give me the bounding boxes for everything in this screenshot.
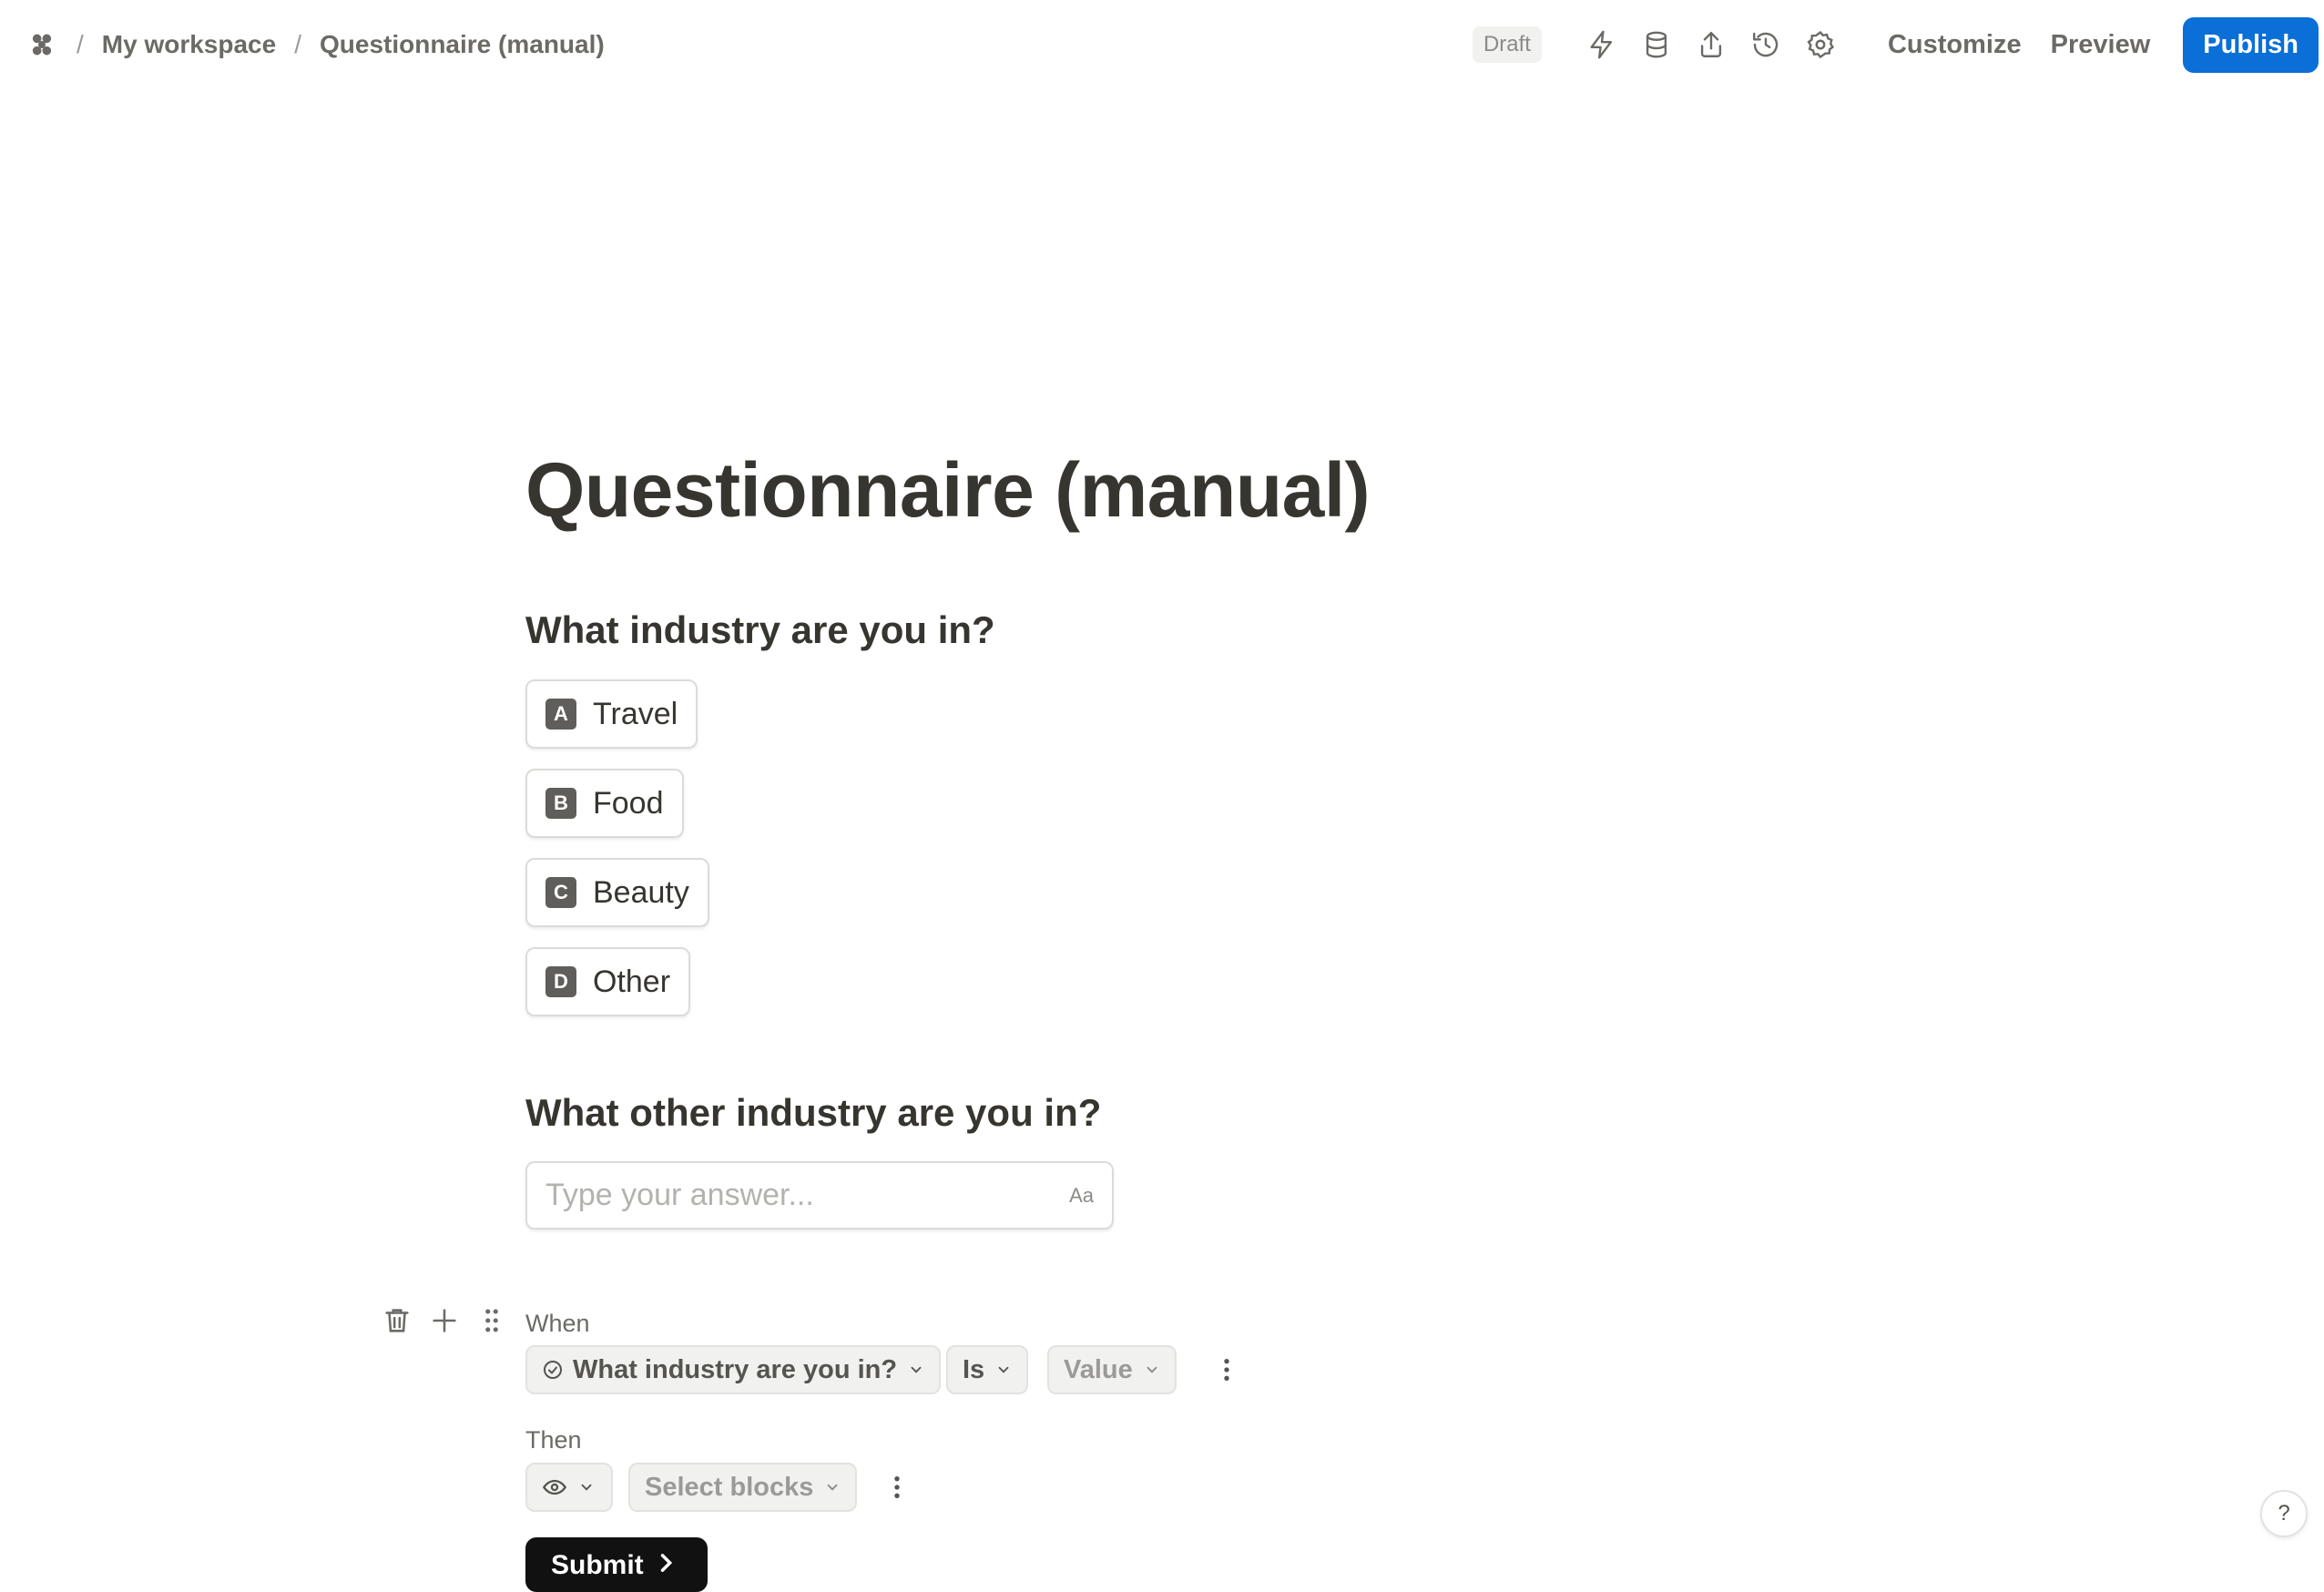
- choice-key: A: [545, 699, 576, 730]
- customize-button[interactable]: Customize: [1888, 30, 2022, 60]
- condition-more-icon[interactable]: [1213, 1352, 1240, 1388]
- target-blocks-label: Select blocks: [645, 1472, 814, 1502]
- when-label: When: [525, 1310, 590, 1337]
- choice-key: D: [545, 966, 576, 997]
- chevron-down-icon: [998, 1366, 1009, 1373]
- choice-option[interactable]: D Other: [525, 947, 691, 1016]
- preview-button[interactable]: Preview: [2051, 30, 2151, 60]
- drag-handle-icon[interactable]: [475, 1304, 508, 1337]
- submit-label: Submit: [551, 1550, 644, 1580]
- breadcrumb-separator: /: [294, 30, 301, 58]
- block-handle-toolbar: [381, 1304, 523, 1337]
- breadcrumb-form[interactable]: Questionnaire (manual): [320, 30, 605, 59]
- choice-option[interactable]: C Beauty: [525, 858, 709, 927]
- action-select[interactable]: [525, 1463, 613, 1512]
- answer-field[interactable]: Aa: [525, 1161, 1114, 1230]
- plus-icon[interactable]: [428, 1304, 461, 1337]
- check-circle-icon: [544, 1361, 562, 1379]
- condition-value-select[interactable]: Value: [1047, 1345, 1177, 1394]
- chevron-down-icon: [911, 1366, 922, 1373]
- answer-input[interactable]: [545, 1178, 1070, 1213]
- choice-key: B: [545, 788, 576, 819]
- action-more-icon[interactable]: [883, 1469, 911, 1505]
- choice-option[interactable]: B Food: [525, 769, 684, 838]
- choice-label: Food: [593, 785, 664, 821]
- arrow-right-icon: [660, 1554, 672, 1572]
- breadcrumb-workspace[interactable]: My workspace: [102, 30, 276, 59]
- breadcrumb-separator: /: [76, 30, 84, 58]
- tally-logo-icon[interactable]: [25, 28, 58, 61]
- submit-button[interactable]: Submit: [525, 1537, 708, 1592]
- publish-button[interactable]: Publish: [2183, 16, 2319, 73]
- text-type-icon: Aa: [1069, 1183, 1094, 1207]
- condition-field-label: What industry are you in?: [573, 1354, 898, 1384]
- trash-icon[interactable]: [381, 1304, 413, 1337]
- chevron-down-icon: [827, 1484, 838, 1491]
- help-button[interactable]: ?: [2260, 1490, 2308, 1537]
- database-icon[interactable]: [1640, 28, 1673, 61]
- then-label: Then: [525, 1426, 582, 1454]
- status-badge: Draft: [1472, 26, 1542, 63]
- target-blocks-select[interactable]: Select blocks: [628, 1463, 858, 1512]
- choice-label: Other: [593, 964, 671, 999]
- eye-icon: [542, 1479, 567, 1495]
- share-icon[interactable]: [1695, 28, 1728, 61]
- choice-label: Travel: [593, 696, 678, 731]
- integrations-bolt-icon[interactable]: [1585, 28, 1618, 61]
- history-icon[interactable]: [1749, 28, 1782, 61]
- condition-value-label: Value: [1064, 1354, 1133, 1384]
- condition-operator-label: Is: [963, 1354, 985, 1384]
- form-title[interactable]: Questionnaire (manual): [525, 446, 1371, 535]
- chevron-down-icon: [1147, 1366, 1157, 1373]
- chevron-down-icon: [581, 1484, 592, 1491]
- question-title[interactable]: What other industry are you in?: [525, 1091, 1101, 1135]
- condition-field-select[interactable]: What industry are you in?: [525, 1345, 942, 1394]
- condition-operator-select[interactable]: Is: [946, 1345, 1029, 1394]
- choice-label: Beauty: [593, 874, 689, 910]
- question-title[interactable]: What industry are you in?: [525, 608, 995, 652]
- choice-option[interactable]: A Travel: [525, 679, 698, 749]
- settings-gear-icon[interactable]: [1804, 28, 1837, 61]
- choice-key: C: [545, 877, 576, 908]
- toolbar: Draft Customize Preview Publish: [1472, 0, 2319, 89]
